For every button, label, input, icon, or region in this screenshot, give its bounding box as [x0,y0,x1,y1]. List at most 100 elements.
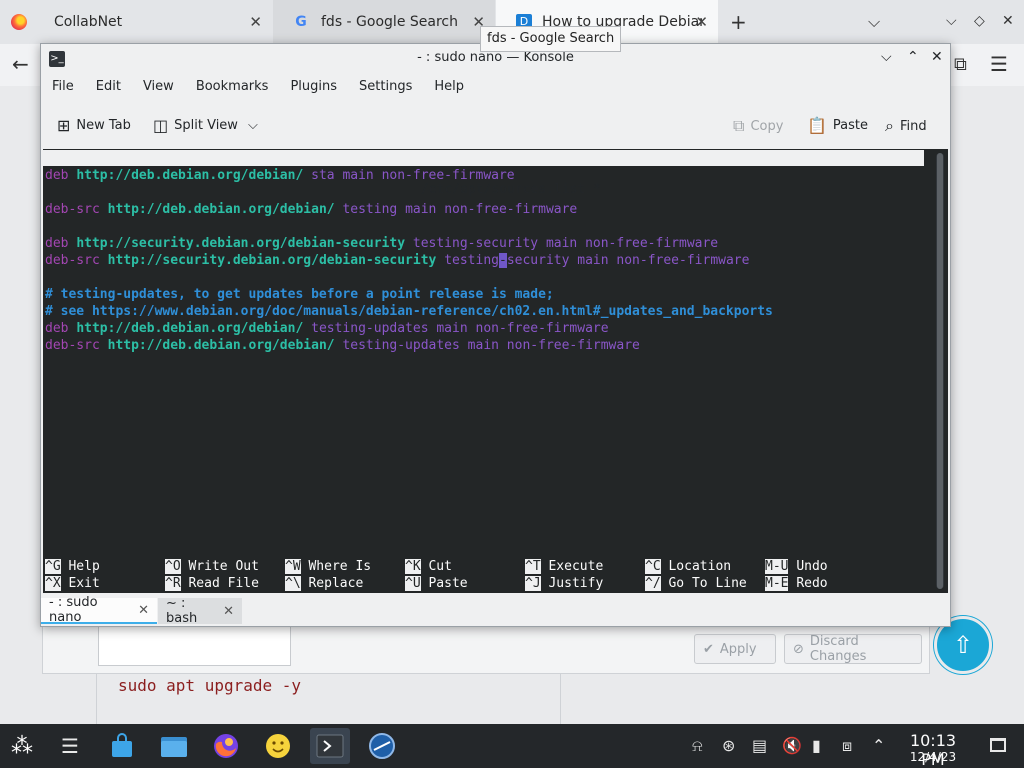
minimize-icon[interactable]: ⌵ [946,13,957,29]
tab-bash[interactable]: ~ : bash ✕ [158,596,242,626]
extensions-puzzle-icon[interactable]: ⧉ [954,54,967,75]
close-icon[interactable]: ✕ [138,603,149,618]
hamburger-menu-icon[interactable]: ☰ [990,52,1008,76]
clipboard-icon[interactable]: ▤ [752,736,767,755]
line-type: deb-src [45,338,100,353]
minimize-icon[interactable]: ⌵ [881,49,892,65]
terminal-icon [316,734,344,758]
shortcut-key: ^T [525,559,541,574]
maximize-icon[interactable]: ⌃ [907,49,919,65]
menu-view[interactable]: View [132,76,185,98]
comment-line: # testing-updates, to get updates before… [45,287,554,302]
menu-edit[interactable]: Edit [85,76,132,98]
split-view-button[interactable]: ◫ Split View ⌵ [153,116,258,135]
volume-muted-icon[interactable]: 🔇 [782,736,802,755]
nano-shortcut-execute: ^T Execute [525,558,603,575]
close-icon[interactable]: ✕ [249,13,262,31]
browser-tab-google-search[interactable]: G fds - Google Search ✕ [273,0,495,44]
discard-label: Discard Changes [809,634,867,664]
nano-shortcut-where-is: ^W Where Is [285,558,371,575]
nano-shortcut-redo: M-E Redo [765,575,828,592]
shortcut-label: Redo [796,576,828,591]
new-tab-button[interactable]: + [730,10,747,34]
tab-label: fds - Google Search [321,14,458,30]
terminal-view[interactable]: GNU nano 7.2 /etc/apt/sources.list * deb… [43,149,948,593]
shortcut-label: Execute [548,559,604,574]
network-icon[interactable]: ⧈ [842,736,852,756]
find-button[interactable]: ⌕ Find [885,116,927,136]
chevron-down-icon: ⌵ [247,118,258,133]
task-network-app[interactable] [362,728,402,764]
check-icon: ✔ [703,641,714,657]
nano-header-bar: GNU nano 7.2 /etc/apt/sources.list * [43,150,924,197]
close-window-icon[interactable]: ✕ [1002,13,1014,29]
tab-sudo-nano[interactable]: - : sudo nano ✕ [41,595,157,625]
line-type: deb [45,321,69,336]
nano-shortcut-read-file: ^R Read File [165,575,259,592]
launcher-icon: ⁂ [11,733,33,759]
shortcut-key: ^\ [285,576,301,591]
menu-plugins[interactable]: Plugins [279,76,348,98]
shortcut-label: Help [68,559,100,574]
nano-filename: /etc/apt/sources.list * [421,182,602,197]
tab-list-chevron-down-icon[interactable]: ⌵ [868,12,880,32]
apply-button[interactable]: ✔ Apply [694,634,776,664]
line-components: main non-free-firmware [436,321,609,336]
app-launcher-button[interactable]: ⁂ [2,728,42,764]
show-desktop-icon[interactable] [990,738,1006,752]
battery-icon[interactable]: ▮ [812,736,821,755]
nano-shortcut-justify: ^J Justify [525,575,603,592]
shortcut-label: Write Out [188,559,259,574]
shortcut-key: ^/ [645,576,661,591]
menu-settings[interactable]: Settings [348,76,423,98]
scrollbar-thumb[interactable] [937,153,943,589]
shortcut-key: ^K [405,559,421,574]
new-tab-label: New Tab [76,118,131,133]
text-cursor: - [498,253,507,268]
menu-bookmarks[interactable]: Bookmarks [185,76,280,98]
task-firefox[interactable] [206,728,246,764]
shortcut-label: Read File [188,576,259,591]
task-dolphin-files[interactable] [154,728,194,764]
notification-bell-icon[interactable]: ⍾ [692,736,703,756]
copy-icon: ⧉ [733,116,745,135]
clock-date[interactable]: 12/4/23 [896,750,970,764]
copy-button[interactable]: ⧉ Copy [733,116,783,136]
maximize-icon[interactable]: ◇ [974,13,985,29]
nano-shortcut-location: ^C Location [645,558,731,575]
task-emoji-picker[interactable] [258,728,298,764]
clipboard-icon: 📋 [807,116,827,135]
line-dist: testing-updates [342,338,460,353]
discard-changes-button[interactable]: ⊘ Discard Changes [784,634,922,664]
paste-button[interactable]: 📋 Paste [807,116,868,135]
line-dist: testing-updates [311,321,429,336]
folder-icon [161,737,187,757]
terminal-scrollbar[interactable] [936,153,944,589]
updates-icon[interactable]: ⊛ [722,736,735,755]
menu-help[interactable]: Help [423,76,475,98]
globe-icon [369,733,395,759]
close-icon[interactable]: ✕ [695,13,708,31]
copy-label: Copy [750,118,784,134]
close-icon[interactable]: ✕ [931,49,943,65]
page-text-area[interactable] [98,626,291,666]
menu-file[interactable]: File [41,76,85,98]
back-arrow-icon[interactable]: ← [12,52,29,76]
task-settings[interactable]: ☰ [50,728,90,764]
task-konsole[interactable] [310,728,350,764]
apply-label: Apply [719,641,757,657]
new-tab-button[interactable]: ⊞ New Tab [57,116,131,135]
new-tab-icon: ⊞ [57,116,71,135]
task-discover[interactable] [102,728,142,764]
close-icon[interactable]: ✕ [223,604,234,619]
browser-tab-collabnet[interactable]: CollabNet ✕ [0,0,272,44]
window-title: - : sudo nano — Konsole [417,50,574,65]
source-line: deb http://deb.debian.org/debian/ sta ma… [45,167,515,184]
nano-shortcut-write-out: ^O Write Out [165,558,259,575]
google-icon: G [295,14,307,30]
shortcut-label: Go To Line [668,576,747,591]
shortcut-label: Cut [428,559,452,574]
line-components: main non-free-firmware [577,253,750,268]
comment-line: # see https://www.debian.org/doc/manuals… [45,304,773,319]
tray-expand-chevron-up-icon[interactable]: ⌃ [872,736,885,755]
